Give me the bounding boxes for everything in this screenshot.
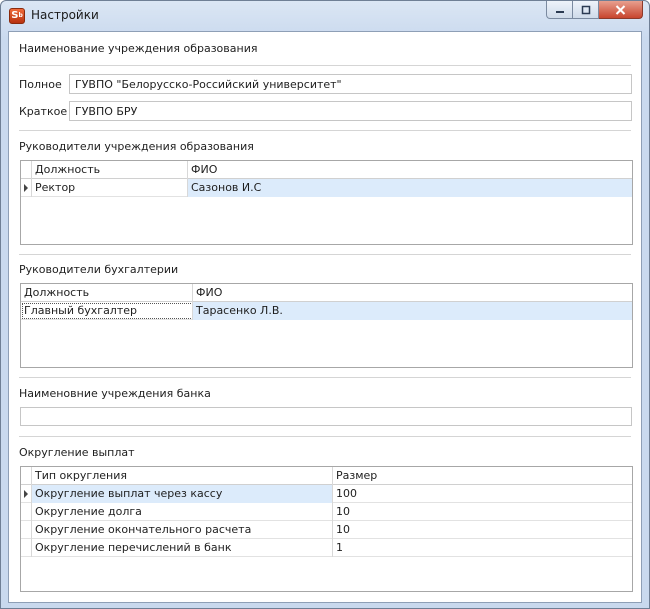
close-icon — [615, 4, 626, 15]
bank-name-field[interactable] — [20, 407, 632, 426]
heads-grid[interactable]: Должность ФИО Ректор Сазонов И.С — [20, 160, 633, 245]
cell-size[interactable]: 1 — [333, 539, 632, 557]
grid-header-row: Тип округления Размер — [21, 467, 632, 485]
cell-position[interactable]: Ректор — [32, 179, 188, 197]
table-row[interactable]: Округление долга 10 — [21, 503, 632, 521]
separator — [19, 436, 631, 437]
cell-type[interactable]: Округление окончательного расчета — [32, 521, 333, 539]
column-header-position[interactable]: Должность — [21, 284, 193, 302]
maximize-button[interactable] — [573, 1, 599, 19]
row-indicator-header — [21, 161, 32, 179]
full-name-label: Полное — [19, 78, 62, 91]
short-name-label: Краткое — [19, 105, 68, 118]
rounding-section-title: Округление выплат — [19, 446, 135, 459]
table-row[interactable]: Главный бухгалтер Тарасенко Л.В. — [21, 302, 632, 320]
table-row[interactable]: Ректор Сазонов И.С — [21, 179, 632, 197]
settings-content: Наименование учреждения образования Полн… — [8, 31, 642, 603]
settings-window: Sb Настройки Наименование учреждения обр… — [0, 0, 650, 609]
window-title: Настройки — [31, 8, 99, 22]
table-row[interactable]: Округление перечислений в банк 1 — [21, 539, 632, 557]
column-header-type[interactable]: Тип округления — [32, 467, 333, 485]
row-indicator — [21, 179, 32, 197]
current-row-arrow-icon — [24, 184, 28, 192]
cell-size[interactable]: 10 — [333, 521, 632, 539]
cell-type[interactable]: Округление перечислений в банк — [32, 539, 333, 557]
grid-header-row: Должность ФИО — [21, 161, 632, 179]
maximize-icon — [581, 5, 590, 14]
institution-section-title: Наименование учреждения образования — [19, 42, 258, 55]
rounding-grid[interactable]: Тип округления Размер Округление выплат … — [20, 466, 633, 592]
column-header-name[interactable]: ФИО — [188, 161, 632, 179]
title-bar[interactable]: Sb Настройки — [1, 1, 649, 31]
separator — [19, 377, 631, 378]
separator — [19, 65, 631, 66]
cell-type[interactable]: Округление долга — [32, 503, 333, 521]
row-indicator-header — [21, 467, 32, 485]
minimize-icon — [555, 10, 564, 13]
app-icon-subscript: b — [18, 12, 23, 19]
column-header-size[interactable]: Размер — [333, 467, 632, 485]
caption-buttons — [546, 1, 643, 21]
minimize-button[interactable] — [546, 1, 573, 19]
separator — [19, 254, 631, 255]
cell-size[interactable]: 10 — [333, 503, 632, 521]
cell-size[interactable]: 100 — [333, 485, 632, 503]
column-header-name[interactable]: ФИО — [193, 284, 632, 302]
table-row[interactable]: Округление окончательного расчета 10 — [21, 521, 632, 539]
row-indicator — [21, 503, 32, 521]
column-header-position[interactable]: Должность — [32, 161, 188, 179]
cell-name[interactable]: Сазонов И.С — [188, 179, 632, 197]
cell-name[interactable]: Тарасенко Л.В. — [193, 302, 632, 320]
row-indicator — [21, 485, 32, 503]
separator — [19, 130, 631, 131]
bank-section-title: Наименовние учреждения банка — [19, 387, 211, 400]
short-name-field[interactable]: ГУВПО БРУ — [69, 101, 632, 121]
heads-section-title: Руководители учреждения образования — [19, 140, 254, 153]
accounting-grid[interactable]: Должность ФИО Главный бухгалтер Тарасенк… — [20, 283, 633, 368]
row-indicator — [21, 539, 32, 557]
row-indicator — [21, 521, 32, 539]
accounting-section-title: Руководители бухгалтерии — [19, 263, 179, 276]
grid-header-row: Должность ФИО — [21, 284, 632, 302]
table-row[interactable]: Округление выплат через кассу 100 — [21, 485, 632, 503]
full-name-field[interactable]: ГУВПО "Белорусско-Российский университет… — [69, 74, 632, 94]
cell-type[interactable]: Округление выплат через кассу — [32, 485, 333, 503]
current-row-arrow-icon — [24, 490, 28, 498]
close-button[interactable] — [599, 1, 643, 19]
app-icon[interactable]: Sb — [9, 8, 25, 24]
cell-position[interactable]: Главный бухгалтер — [21, 302, 193, 320]
